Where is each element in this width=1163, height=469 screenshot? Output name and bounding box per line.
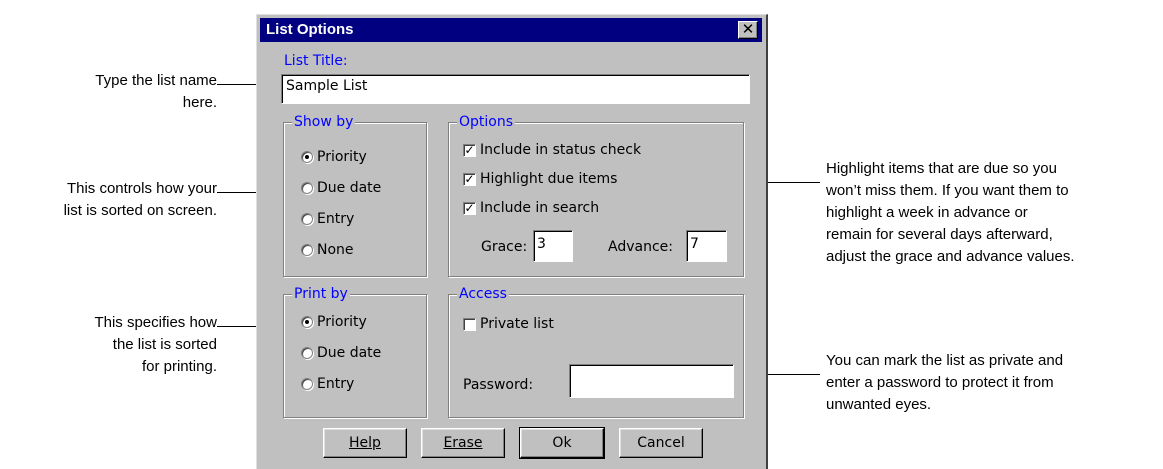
radio-label: Entry (317, 211, 355, 227)
grace-label: Grace: (481, 239, 528, 255)
checkbox-label: Include in search (480, 200, 600, 216)
callout-private: You can mark the list as private and ent… (826, 350, 1063, 416)
callout-highlight: Highlight items that are due so you won’… (826, 158, 1075, 268)
show-by-due-date-radio[interactable]: Due date (301, 180, 381, 196)
password-label: Password: (463, 377, 534, 393)
callout-text-line: This specifies how (94, 314, 217, 331)
radio-label: Priority (317, 149, 367, 165)
callout-text-line: remain for several days afterward, (826, 226, 1053, 243)
checkmark-icon: ✓ (463, 200, 476, 215)
options-group: Options ✓ Include in status check ✓ High… (448, 113, 744, 277)
print-by-label: Print by (292, 285, 350, 303)
dialog-titlebar[interactable]: List Options ✕ (260, 18, 762, 42)
radio-icon (301, 244, 313, 256)
show-by-none-radio[interactable]: None (301, 242, 354, 258)
include-in-search-checkbox[interactable]: ✓ Include in search (463, 200, 599, 216)
radio-selected-icon (301, 151, 313, 163)
help-button[interactable]: Help (323, 428, 407, 458)
print-by-group: Print by Priority Due date Entry (283, 285, 427, 418)
show-by-priority-radio[interactable]: Priority (301, 149, 367, 165)
callout-text-line: This controls how your (66, 180, 217, 197)
radio-label: Priority (317, 314, 367, 330)
print-by-entry-radio[interactable]: Entry (301, 376, 354, 392)
radio-label: Due date (317, 180, 382, 196)
grace-input[interactable]: 3 (533, 230, 573, 262)
callout-text-line: here. (182, 94, 217, 111)
checkmark-icon: ✓ (463, 171, 476, 186)
callout-text-line: You can mark the list as private and (826, 352, 1064, 369)
radio-icon (301, 182, 313, 194)
include-status-check-checkbox[interactable]: ✓ Include in status check (463, 142, 641, 158)
cancel-button-label: Cancel (637, 435, 685, 451)
checkmark-icon: ✓ (463, 142, 476, 157)
callout-text-line: the list is sorted (112, 336, 217, 353)
callout-print-by: This specifies how the list is sorted fo… (94, 312, 217, 378)
ok-button-label: Ok (552, 435, 572, 451)
list-options-dialog: List Options ✕ List Title: Sample List S… (256, 14, 768, 469)
erase-button[interactable]: Erase (421, 428, 505, 458)
advance-label: Advance: (608, 239, 673, 255)
list-title-label: List Title: (284, 53, 348, 69)
callout-text-line: won’t miss them. If you want them to (826, 182, 1069, 199)
dialog-title: List Options (266, 21, 354, 38)
list-title-input[interactable]: Sample List (281, 74, 750, 104)
print-by-due-date-radio[interactable]: Due date (301, 345, 381, 361)
highlight-due-items-checkbox[interactable]: ✓ Highlight due items (463, 171, 617, 187)
options-label: Options (457, 113, 516, 131)
radio-label: None (317, 242, 354, 258)
callout-text-line: Type the list name (95, 72, 217, 89)
radio-label: Due date (317, 345, 382, 361)
access-label: Access (457, 285, 509, 303)
checkbox-label: Highlight due items (480, 171, 618, 187)
callout-text-line: adjust the grace and advance values. (826, 248, 1075, 265)
cancel-button[interactable]: Cancel (619, 428, 703, 458)
callout-show-by: This controls how your list is sorted on… (64, 178, 217, 222)
access-group: Access Private list Password: (448, 285, 744, 418)
callout-text-line: unwanted eyes. (826, 396, 932, 413)
radio-icon (301, 347, 313, 359)
checkbox-label: Include in status check (480, 142, 642, 158)
password-input[interactable] (569, 364, 734, 398)
checkbox-icon (463, 317, 476, 331)
print-by-priority-radio[interactable]: Priority (301, 314, 367, 330)
private-list-checkbox[interactable]: Private list (463, 316, 554, 332)
radio-label: Entry (317, 376, 355, 392)
advance-input[interactable]: 7 (686, 230, 727, 262)
radio-icon (301, 213, 313, 225)
show-by-entry-radio[interactable]: Entry (301, 211, 354, 227)
callout-list-name: Type the list name here. (95, 70, 217, 114)
radio-selected-icon (301, 316, 313, 328)
show-by-label: Show by (292, 113, 356, 131)
radio-icon (301, 378, 313, 390)
ok-button[interactable]: Ok (519, 427, 605, 459)
callout-text-line: Highlight items that are due so you (826, 160, 1057, 177)
callout-text-line: list is sorted on screen. (63, 202, 217, 219)
callout-text-line: highlight a week in advance or (826, 204, 1028, 221)
erase-button-label: Erase (443, 435, 483, 451)
close-icon[interactable]: ✕ (738, 21, 758, 39)
help-button-label: Help (349, 435, 381, 451)
checkbox-label: Private list (480, 316, 554, 332)
callout-text-line: for printing. (141, 358, 217, 375)
callout-text-line: enter a password to protect it from (826, 374, 1054, 391)
show-by-group: Show by Priority Due date Entry None (283, 113, 427, 277)
